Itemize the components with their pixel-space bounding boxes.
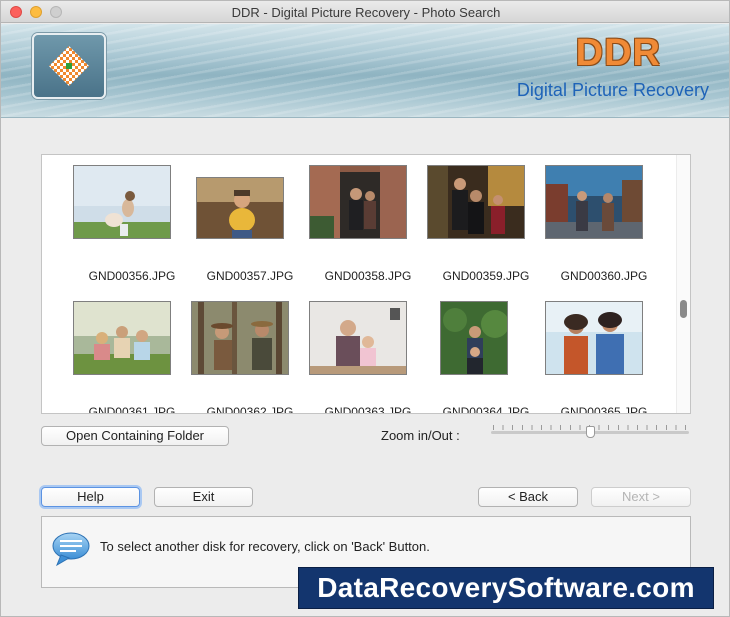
photo-filename: GND00359.JPG <box>442 269 530 283</box>
header-banner: DDR Digital Picture Recovery <box>1 24 729 118</box>
watermark-text: DataRecoverySoftware.com <box>317 572 695 603</box>
photo-filename: GND00356.JPG <box>88 269 176 283</box>
photo-filename: GND00362.JPG <box>206 405 294 414</box>
back-button[interactable]: < Back <box>478 487 578 507</box>
gallery-item[interactable]: GND00356.JPG <box>73 165 191 285</box>
photo-thumbnail[interactable] <box>73 301 171 375</box>
gallery-item[interactable]: GND00358.JPG <box>309 165 427 285</box>
photo-thumbnail[interactable] <box>440 301 508 375</box>
photo-thumbnail[interactable] <box>309 165 407 239</box>
help-button[interactable]: Help <box>41 487 140 507</box>
gallery-scrollbar[interactable] <box>676 155 690 413</box>
gallery-item[interactable]: GND00359.JPG <box>427 165 545 285</box>
gallery-item[interactable]: GND00365.JPG <box>545 301 663 414</box>
watermark-banner: DataRecoverySoftware.com <box>298 567 714 609</box>
photo-thumbnail[interactable] <box>545 301 643 375</box>
checkered-diamond-logo-icon <box>49 46 89 86</box>
title-bar[interactable]: DDR - Digital Picture Recovery - Photo S… <box>1 1 729 23</box>
exit-button[interactable]: Exit <box>154 487 253 507</box>
photo-thumbnail[interactable] <box>191 301 289 375</box>
slider-knob[interactable] <box>586 426 595 438</box>
photo-thumbnail[interactable] <box>73 165 171 239</box>
photo-gallery[interactable]: GND00356.JPG GND00357.JPG GND00358.JPG G… <box>41 154 691 414</box>
photo-filename: GND00364.JPG <box>442 405 530 414</box>
photo-filename: GND00363.JPG <box>324 405 412 414</box>
brand-title: DDR <box>575 32 661 74</box>
gallery-item[interactable]: GND00362.JPG <box>191 301 309 414</box>
scrollbar-thumb[interactable] <box>680 300 687 318</box>
next-button[interactable]: Next > <box>591 487 691 507</box>
product-subtitle: Digital Picture Recovery <box>516 80 709 100</box>
photo-filename: GND00361.JPG <box>88 405 176 414</box>
gallery-item[interactable]: GND00357.JPG <box>191 165 309 285</box>
app-logo <box>32 33 106 99</box>
photo-filename: GND00357.JPG <box>206 269 294 283</box>
gallery-item[interactable]: GND00363.JPG <box>309 301 427 414</box>
gallery-item[interactable]: GND00364.JPG <box>427 301 545 414</box>
photo-thumbnail[interactable] <box>196 177 284 239</box>
window-title: DDR - Digital Picture Recovery - Photo S… <box>231 5 501 20</box>
app-window: DDR - Digital Picture Recovery - Photo S… <box>0 0 730 617</box>
photo-filename: GND00358.JPG <box>324 269 412 283</box>
photo-filename: GND00360.JPG <box>560 269 648 283</box>
photo-thumbnail[interactable] <box>309 301 407 375</box>
zoom-slider[interactable] <box>491 421 691 443</box>
open-containing-folder-button[interactable]: Open Containing Folder <box>41 426 229 446</box>
photo-thumbnail[interactable] <box>545 165 643 239</box>
gallery-item[interactable]: GND00361.JPG <box>73 301 191 414</box>
info-message: To select another disk for recovery, cli… <box>100 539 430 554</box>
speech-bubble-icon <box>52 532 90 567</box>
zoom-label: Zoom in/Out : <box>381 428 460 443</box>
photo-thumbnail[interactable] <box>427 165 525 239</box>
photo-filename: GND00365.JPG <box>560 405 648 414</box>
gallery-item[interactable]: GND00360.JPG <box>545 165 663 285</box>
